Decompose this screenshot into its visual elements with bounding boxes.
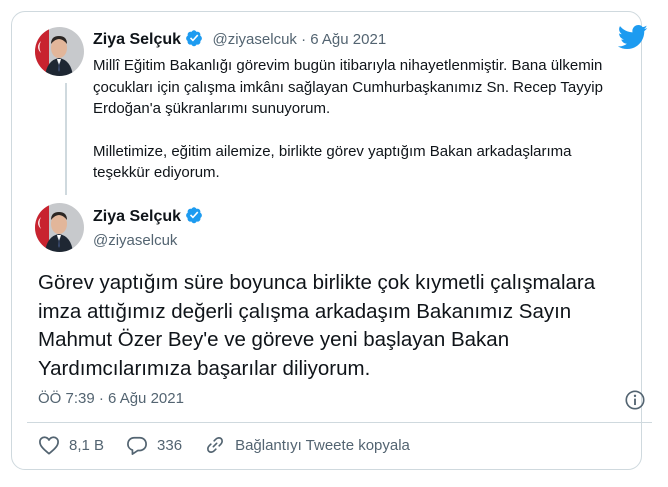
tweet1-paragraph-1: Millî Eğitim Bakanlığı görevim bugün iti… xyxy=(93,57,603,117)
reply-count: 336 xyxy=(157,436,183,454)
twitter-bird-icon[interactable] xyxy=(618,25,648,50)
tweet2-handle[interactable]: @ziyaselcuk xyxy=(93,232,177,249)
copy-link-label: Bağlantıyı Tweete kopyala xyxy=(235,436,410,454)
tweet1-header: Ziya Selçuk @ziyaselcuk · 6 Ağu 2021 xyxy=(93,29,386,49)
action-bar: 8,1 B 336 Bağlantıyı Tweete kopyala xyxy=(38,433,432,457)
avatar[interactable] xyxy=(35,27,84,76)
link-icon xyxy=(207,437,224,453)
tweet1-text: Millî Eğitim Bakanlığı görevim bugün iti… xyxy=(93,55,613,184)
info-icon[interactable] xyxy=(624,389,646,411)
tweet2-text: Görev yaptığım süre boyunca birlikte çok… xyxy=(38,271,596,380)
like-button[interactable]: 8,1 B xyxy=(38,435,104,455)
tweet1-paragraph-2: Milletimize, eğitim ailemize, birlikte g… xyxy=(93,142,572,182)
like-count: 8,1 B xyxy=(69,436,105,454)
heart-icon xyxy=(39,436,59,455)
copy-link-button[interactable]: Bağlantıyı Tweete kopyala xyxy=(204,435,410,455)
tweet2-author: Ziya Selçuk xyxy=(93,206,203,226)
reply-button[interactable]: 336 xyxy=(126,435,182,455)
handle-and-date[interactable]: @ziyaselcuk · 6 Ağu 2021 xyxy=(213,31,387,48)
reply-icon xyxy=(127,436,147,455)
avatar[interactable] xyxy=(35,203,84,252)
author-name[interactable]: Ziya Selçuk xyxy=(93,208,181,225)
thread-connector xyxy=(65,83,67,195)
author-name[interactable]: Ziya Selçuk xyxy=(93,31,181,48)
divider xyxy=(27,422,652,423)
verified-badge-icon xyxy=(186,207,202,224)
tweet-timestamp[interactable]: ÖÖ 7:39 · 6 Ağu 2021 xyxy=(38,390,184,407)
verified-badge-icon xyxy=(186,30,202,47)
